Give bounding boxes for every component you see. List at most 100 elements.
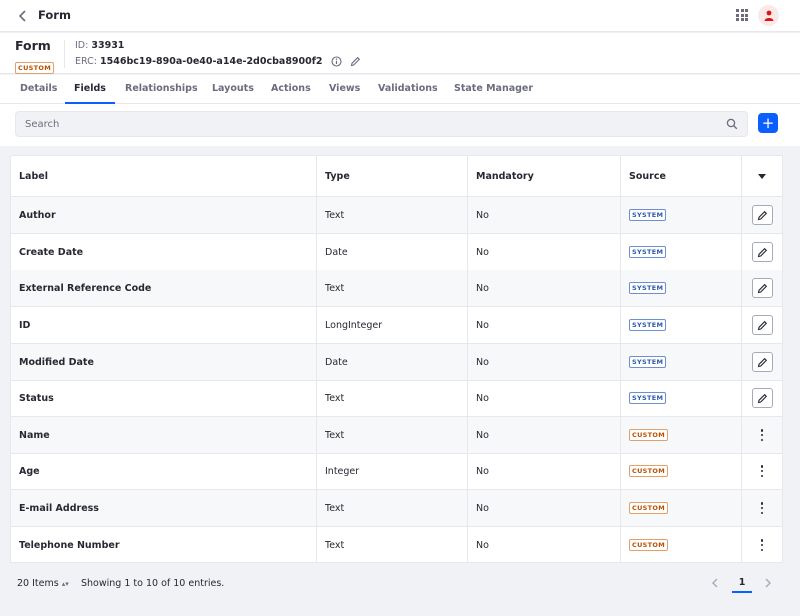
edit-field-button[interactable] xyxy=(751,315,773,335)
column-divider xyxy=(467,156,468,562)
field-mandatory: No xyxy=(476,502,489,514)
field-mandatory: No xyxy=(476,465,489,477)
row-action xyxy=(742,453,782,489)
kebab-menu-icon[interactable] xyxy=(756,538,768,552)
row-action xyxy=(742,234,782,270)
search-icon[interactable] xyxy=(726,118,738,130)
items-per-page-dropdown[interactable]: 20 Items ▴▾ xyxy=(17,578,69,589)
table-row[interactable]: Modified Date Date No SYSTEM xyxy=(11,344,782,381)
field-source: CUSTOM xyxy=(629,527,668,562)
field-label[interactable]: Age xyxy=(19,453,40,489)
source-badge: CUSTOM xyxy=(629,465,668,477)
object-header: Form CUSTOM ID: 33931 ERC: 1546bc19-890a… xyxy=(0,33,800,74)
pencil-icon xyxy=(757,210,767,220)
field-label[interactable]: E-mail Address xyxy=(19,490,99,526)
field-source: CUSTOM xyxy=(629,490,668,526)
source-badge: CUSTOM xyxy=(629,429,668,441)
field-label[interactable]: Create Date xyxy=(19,234,83,270)
edit-field-button[interactable] xyxy=(751,242,773,262)
tab-bar: Details Fields Relationships Layouts Act… xyxy=(0,75,800,104)
field-type: Text xyxy=(325,392,345,404)
column-options-dropdown[interactable] xyxy=(742,156,782,196)
table-row[interactable]: External Reference Code Text No SYSTEM xyxy=(11,270,782,307)
field-label[interactable]: External Reference Code xyxy=(19,270,151,306)
table-row[interactable]: Create Date Date No SYSTEM xyxy=(11,234,782,271)
field-label[interactable]: Modified Date xyxy=(19,344,94,380)
previous-page-button[interactable] xyxy=(708,576,722,590)
back-button[interactable] xyxy=(14,6,32,26)
field-type: Date xyxy=(325,356,348,368)
pagination-results: Showing 1 to 10 of 10 entries. xyxy=(81,578,225,589)
edit-field-button[interactable] xyxy=(751,278,773,298)
field-label[interactable]: Name xyxy=(19,417,50,453)
table-row[interactable]: E-mail Address Text No CUSTOM xyxy=(11,490,782,527)
items-per-page-label: 20 Items xyxy=(17,578,59,589)
table-row[interactable]: Name Text No CUSTOM xyxy=(11,417,782,454)
kebab-menu-icon[interactable] xyxy=(756,501,768,515)
edit-field-button[interactable] xyxy=(751,352,773,372)
edit-field-button[interactable] xyxy=(751,205,773,225)
field-type: Text xyxy=(325,429,345,441)
field-source: SYSTEM xyxy=(629,380,667,416)
add-field-button[interactable]: + xyxy=(758,113,778,133)
info-circle-icon[interactable] xyxy=(330,55,342,67)
chevron-left-icon xyxy=(18,10,26,22)
field-type: Text xyxy=(325,502,345,514)
column-header-mandatory[interactable]: Mandatory xyxy=(476,156,534,196)
tab-state-manager[interactable]: State Manager xyxy=(454,75,533,104)
column-header-type[interactable]: Type xyxy=(325,156,350,196)
avatar[interactable] xyxy=(758,5,779,26)
field-source: SYSTEM xyxy=(629,307,667,343)
pencil-icon[interactable] xyxy=(349,55,361,67)
field-source: SYSTEM xyxy=(629,344,667,380)
field-mandatory: No xyxy=(476,356,489,368)
field-label[interactable]: Author xyxy=(19,197,56,233)
grid-icon[interactable] xyxy=(736,9,748,21)
tab-actions[interactable]: Actions xyxy=(271,75,311,104)
tab-details[interactable]: Details xyxy=(20,75,57,104)
row-action xyxy=(742,380,782,416)
next-page-button[interactable] xyxy=(761,576,775,590)
kebab-menu-icon[interactable] xyxy=(756,428,768,442)
field-type: Integer xyxy=(325,465,360,477)
field-label[interactable]: Status xyxy=(19,380,54,416)
column-divider xyxy=(741,156,742,562)
object-name: Form xyxy=(15,38,51,53)
table-row[interactable]: Age Integer No CUSTOM xyxy=(11,453,782,490)
user-icon xyxy=(764,10,773,21)
column-header-source[interactable]: Source xyxy=(629,156,666,196)
table-row[interactable]: Status Text No SYSTEM xyxy=(11,380,782,417)
table-row[interactable]: Author Text No SYSTEM xyxy=(11,197,782,234)
erc-value: 1546bc19-890a-0e40-a14e-2d0cba8900f2 xyxy=(100,56,323,67)
field-type: Date xyxy=(325,246,348,258)
field-mandatory: No xyxy=(476,209,489,221)
tab-layouts[interactable]: Layouts xyxy=(212,75,254,104)
field-source: SYSTEM xyxy=(629,270,667,306)
search-input[interactable] xyxy=(15,111,748,137)
tab-validations[interactable]: Validations xyxy=(378,75,438,104)
caret-down-icon[interactable] xyxy=(758,173,766,179)
field-mandatory: No xyxy=(476,392,489,404)
source-badge: SYSTEM xyxy=(629,319,667,331)
id-label: ID: xyxy=(75,40,89,51)
page-button-current[interactable]: 1 xyxy=(732,575,752,593)
tab-fields[interactable]: Fields xyxy=(65,75,115,104)
pencil-icon xyxy=(757,283,767,293)
edit-field-button[interactable] xyxy=(751,388,773,408)
field-label[interactable]: ID xyxy=(19,307,30,343)
object-erc: ERC: 1546bc19-890a-0e40-a14e-2d0cba8900f… xyxy=(75,56,323,67)
table-row[interactable]: Telephone Number Text No CUSTOM xyxy=(11,527,782,562)
tab-views[interactable]: Views xyxy=(329,75,360,104)
tab-relationships[interactable]: Relationships xyxy=(125,75,198,104)
source-badge: SYSTEM xyxy=(629,392,667,404)
source-badge: SYSTEM xyxy=(629,282,667,294)
field-label[interactable]: Telephone Number xyxy=(19,527,120,562)
field-source: SYSTEM xyxy=(629,234,667,270)
kebab-menu-icon[interactable] xyxy=(756,464,768,478)
field-type: Text xyxy=(325,539,345,551)
column-header-label[interactable]: Label xyxy=(19,156,48,196)
fields-table: Label Type Mandatory Source Author Text No… xyxy=(10,155,783,563)
source-badge: SYSTEM xyxy=(629,209,667,221)
object-source-badge: CUSTOM xyxy=(15,62,54,74)
table-row[interactable]: ID LongInteger No SYSTEM xyxy=(11,307,782,344)
